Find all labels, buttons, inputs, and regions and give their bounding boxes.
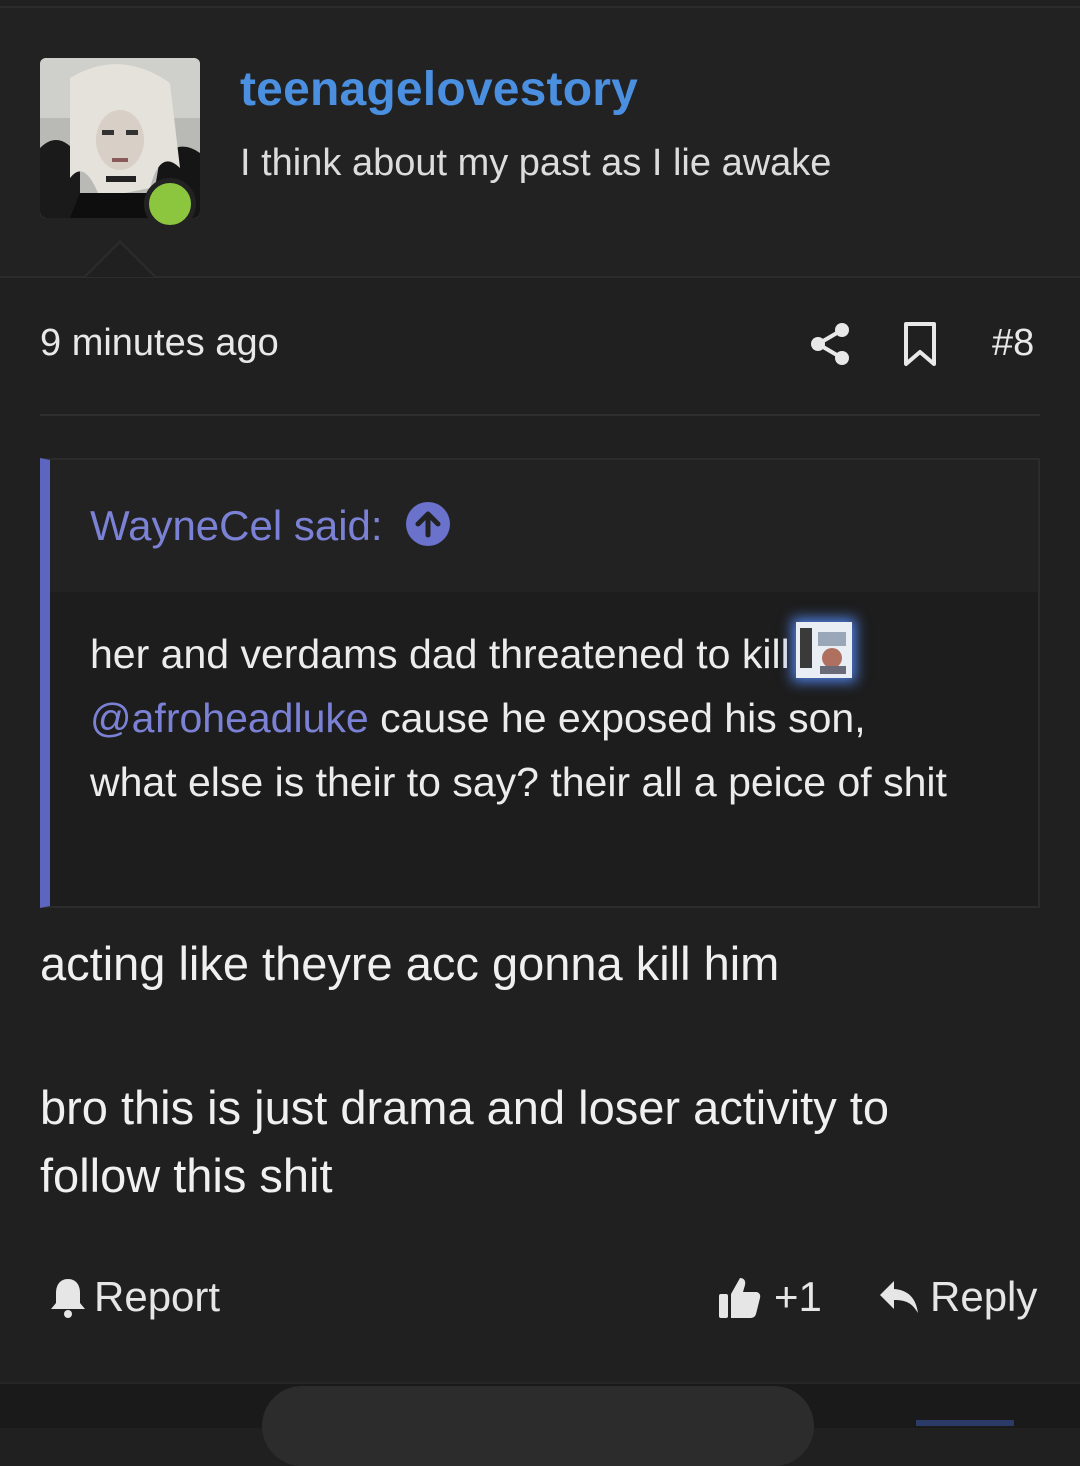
arrow-up-icon — [415, 511, 441, 538]
quote-header: WayneCel said: — [50, 460, 1038, 592]
quote-text-part1: her and verdams dad threatened to kill — [90, 631, 790, 677]
report-label: Report — [94, 1273, 221, 1320]
post-message-line: bro this is just drama and loser activit… — [40, 1081, 889, 1202]
quote-body: her and verdams dad threatened to kill @a… — [50, 592, 1038, 906]
reply-icon — [880, 1281, 918, 1313]
user-title: I think about my past as I lie awake — [240, 142, 832, 184]
username-link[interactable]: teenagelovestory — [240, 62, 638, 117]
user-mention-link[interactable]: @afroheadluke — [90, 695, 369, 741]
online-status-indicator — [144, 178, 196, 230]
bookmark-icon — [904, 322, 936, 366]
bottom-nav-tab[interactable] — [916, 1420, 1014, 1426]
like-count: +1 — [774, 1273, 822, 1320]
post-number-link[interactable]: #8 — [992, 322, 1034, 365]
header-pointer — [84, 240, 156, 277]
share-button[interactable] — [806, 320, 854, 368]
bell-icon — [51, 1279, 85, 1318]
jump-to-quote-button[interactable] — [406, 502, 450, 546]
quote-block: WayneCel said: her and verdams dad threa… — [40, 458, 1040, 908]
reply-label: Reply — [930, 1273, 1038, 1320]
embedded-image-thumbnail[interactable] — [795, 622, 852, 678]
like-button[interactable]: +1 — [716, 1272, 822, 1322]
quote-text: her and verdams dad threatened to kill @a… — [90, 622, 950, 814]
share-icon — [811, 323, 849, 365]
quote-author-link[interactable]: WayneCel said: — [90, 502, 383, 550]
bookmark-button[interactable] — [898, 320, 942, 368]
image-thumbnail-icon — [795, 622, 852, 678]
post-message-line: acting like theyre acc gonna kill him — [40, 937, 780, 990]
reply-button[interactable]: Reply — [878, 1272, 1037, 1322]
meta-divider — [40, 414, 1040, 416]
post-timestamp[interactable]: 9 minutes ago — [40, 322, 279, 365]
thumbs-up-icon — [719, 1278, 761, 1318]
bottom-input-pill[interactable] — [262, 1386, 814, 1466]
user-header: teenagelovestory I think about my past a… — [0, 8, 1080, 278]
report-button[interactable]: Report — [48, 1272, 220, 1322]
